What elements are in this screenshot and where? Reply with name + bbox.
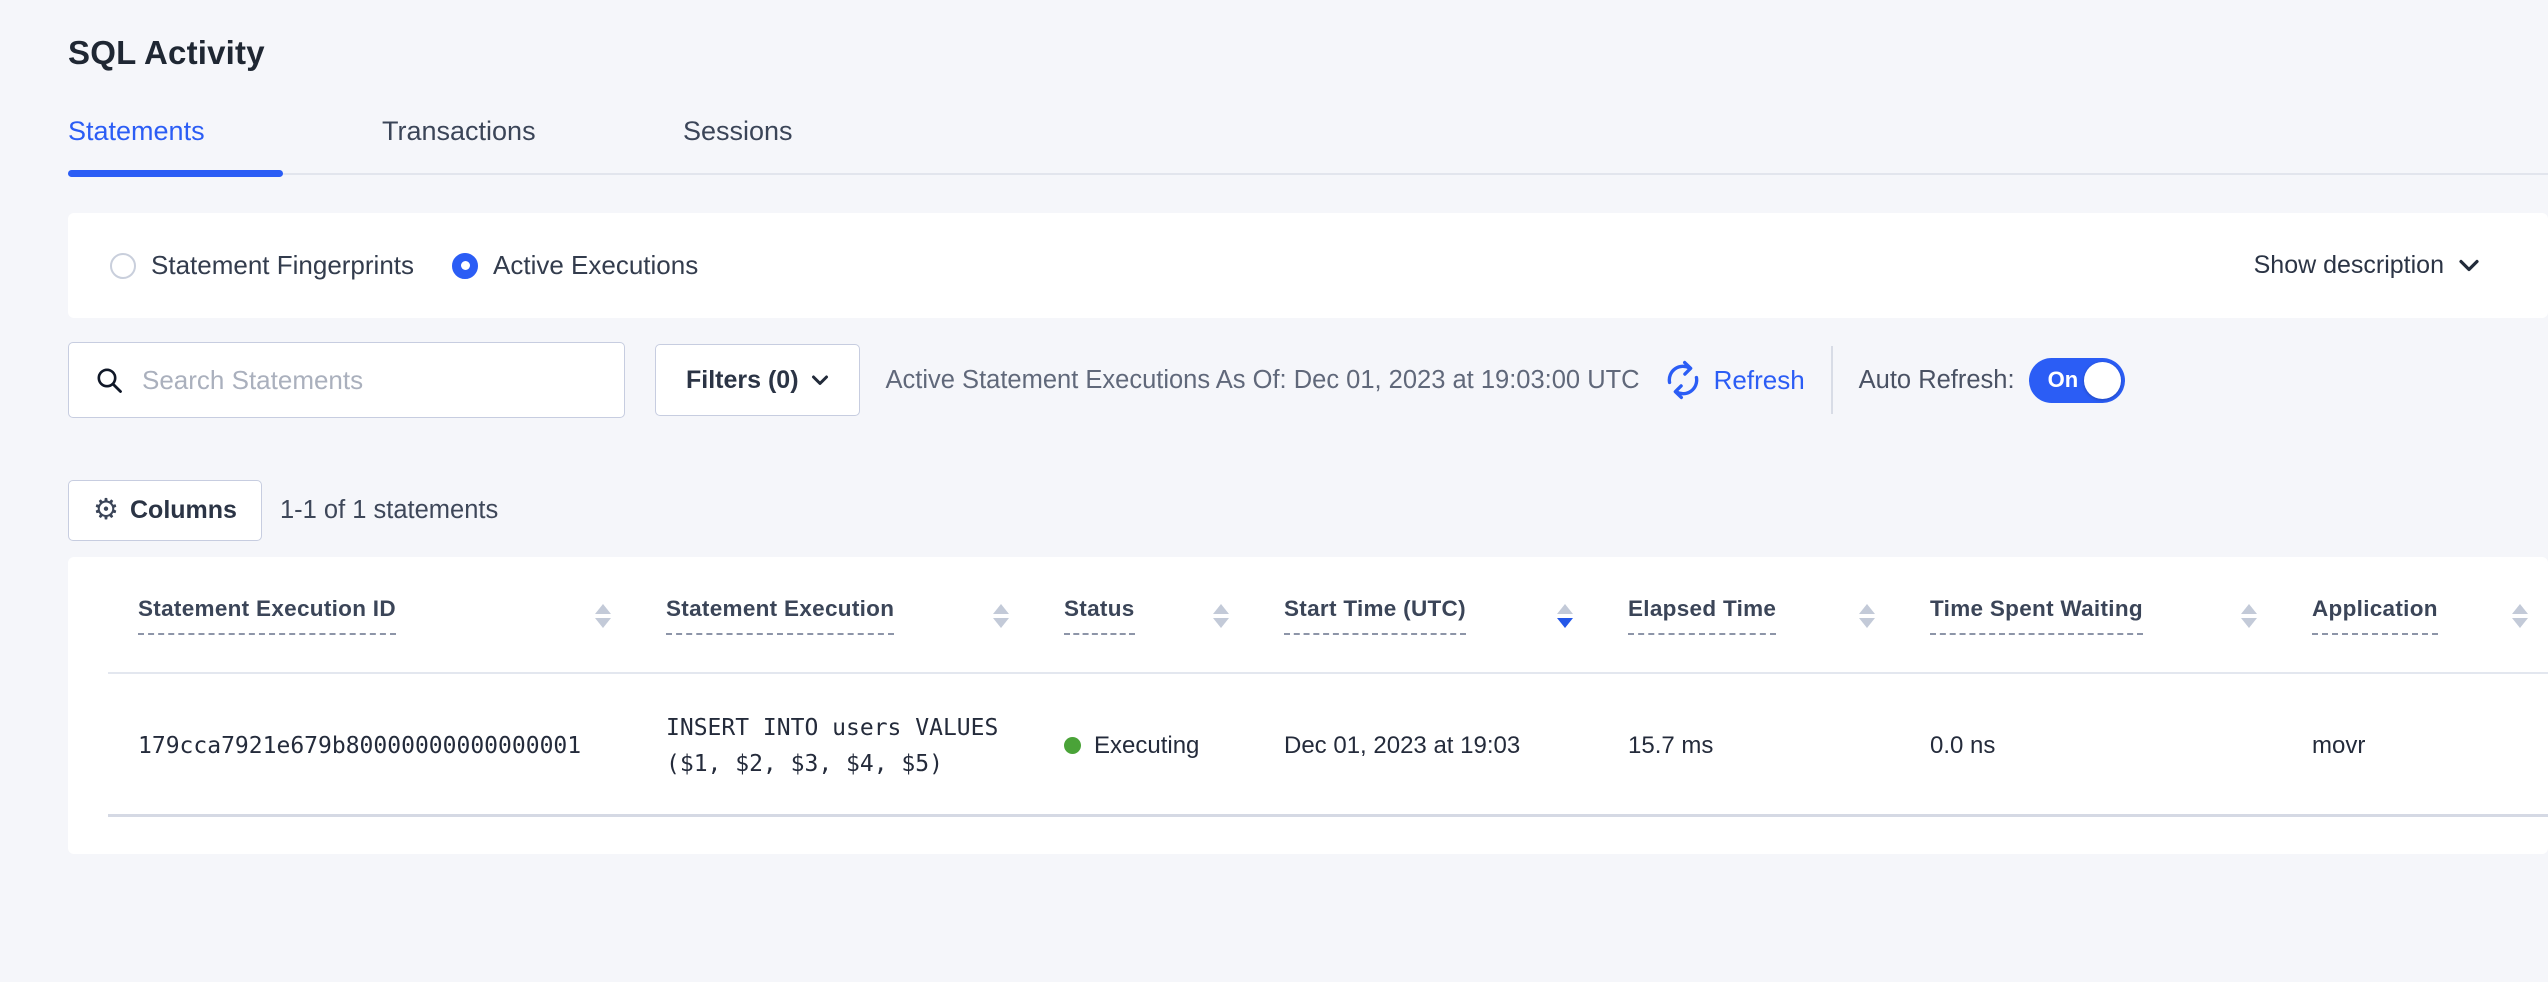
sql-activity-page: SQL Activity Statements Transactions Ses… — [0, 0, 2548, 854]
column-header-status[interactable]: Status — [1064, 596, 1284, 635]
search-input[interactable] — [142, 365, 604, 396]
radio-statement-fingerprints-label: Statement Fingerprints — [151, 250, 414, 281]
column-header-start-time[interactable]: Start Time (UTC) — [1284, 596, 1628, 635]
tab-statements[interactable]: Statements — [68, 116, 283, 173]
tab-sessions-label: Sessions — [683, 116, 793, 146]
page-title: SQL Activity — [68, 0, 2548, 72]
column-header-statement-execution[interactable]: Statement Execution — [666, 596, 1064, 635]
radio-active-executions-label: Active Executions — [493, 250, 698, 281]
tab-transactions-label: Transactions — [382, 116, 536, 146]
column-header-statement-execution-id[interactable]: Statement Execution ID — [138, 596, 666, 635]
statements-table: Statement Execution ID Statement Executi… — [68, 557, 2548, 854]
table-header-row: Statement Execution ID Statement Executi… — [68, 557, 2548, 674]
sort-icon-descending-active — [1557, 604, 1573, 628]
auto-refresh-label: Auto Refresh: — [1859, 366, 2015, 395]
table-toolbar: ⚙ Columns 1-1 of 1 statements — [68, 480, 2548, 541]
controls-row: Filters (0) Active Statement Executions … — [68, 342, 2548, 418]
search-statements-field — [68, 342, 625, 418]
toggle-knob — [2084, 362, 2121, 399]
status-dot-icon — [1064, 737, 1081, 754]
tab-bar: Statements Transactions Sessions — [68, 116, 2548, 175]
sort-icon — [993, 604, 1009, 628]
refresh-icon — [1662, 359, 1704, 401]
toggle-state-label: On — [2048, 367, 2079, 393]
filters-button-label: Filters (0) — [686, 366, 799, 395]
gear-icon: ⚙ — [93, 496, 119, 525]
sort-icon — [595, 604, 611, 628]
sort-icon — [1213, 604, 1229, 628]
view-mode-card: Statement Fingerprints Active Executions… — [68, 213, 2548, 318]
refresh-button[interactable]: Refresh — [1662, 359, 1805, 401]
cell-execution-id: 179cca7921e679b80000000000000001 — [138, 733, 666, 759]
show-description-toggle[interactable]: Show description — [2254, 251, 2480, 280]
sort-icon — [2241, 604, 2257, 628]
columns-button[interactable]: ⚙ Columns — [68, 480, 262, 541]
as-of-timestamp: Active Statement Executions As Of: Dec 0… — [886, 366, 1640, 395]
filters-button[interactable]: Filters (0) — [655, 344, 860, 416]
sort-icon — [2512, 604, 2528, 628]
radio-unselected-icon — [110, 253, 136, 279]
column-header-elapsed-time[interactable]: Elapsed Time — [1628, 596, 1930, 635]
chevron-down-icon — [811, 374, 829, 387]
show-description-label: Show description — [2254, 251, 2444, 280]
columns-button-label: Columns — [130, 496, 237, 525]
sort-icon — [1859, 604, 1875, 628]
auto-refresh-toggle[interactable]: On — [2029, 358, 2125, 403]
cell-status: Executing — [1064, 732, 1284, 760]
chevron-down-icon — [2458, 258, 2480, 273]
radio-selected-icon — [452, 253, 478, 279]
radio-statement-fingerprints[interactable]: Statement Fingerprints — [110, 250, 414, 281]
cell-application: movr — [2312, 732, 2548, 760]
tab-transactions[interactable]: Transactions — [382, 116, 597, 173]
status-text: Executing — [1094, 732, 1199, 760]
cell-time-spent-waiting: 0.0 ns — [1930, 732, 2312, 760]
column-header-time-spent-waiting[interactable]: Time Spent Waiting — [1930, 596, 2312, 635]
cell-statement: INSERT INTO users VALUES ($1, $2, $3, $4… — [666, 710, 1064, 782]
vertical-divider — [1831, 346, 1833, 414]
search-icon — [95, 366, 124, 395]
refresh-label: Refresh — [1714, 365, 1805, 396]
results-count: 1-1 of 1 statements — [280, 496, 498, 525]
table-row[interactable]: 179cca7921e679b80000000000000001 INSERT … — [68, 674, 2548, 817]
tab-statements-label: Statements — [68, 116, 205, 146]
cell-start-time: Dec 01, 2023 at 19:03 — [1284, 732, 1628, 760]
tab-sessions[interactable]: Sessions — [683, 116, 898, 173]
column-header-application[interactable]: Application — [2312, 596, 2548, 635]
radio-active-executions[interactable]: Active Executions — [452, 250, 698, 281]
cell-elapsed-time: 15.7 ms — [1628, 732, 1930, 760]
